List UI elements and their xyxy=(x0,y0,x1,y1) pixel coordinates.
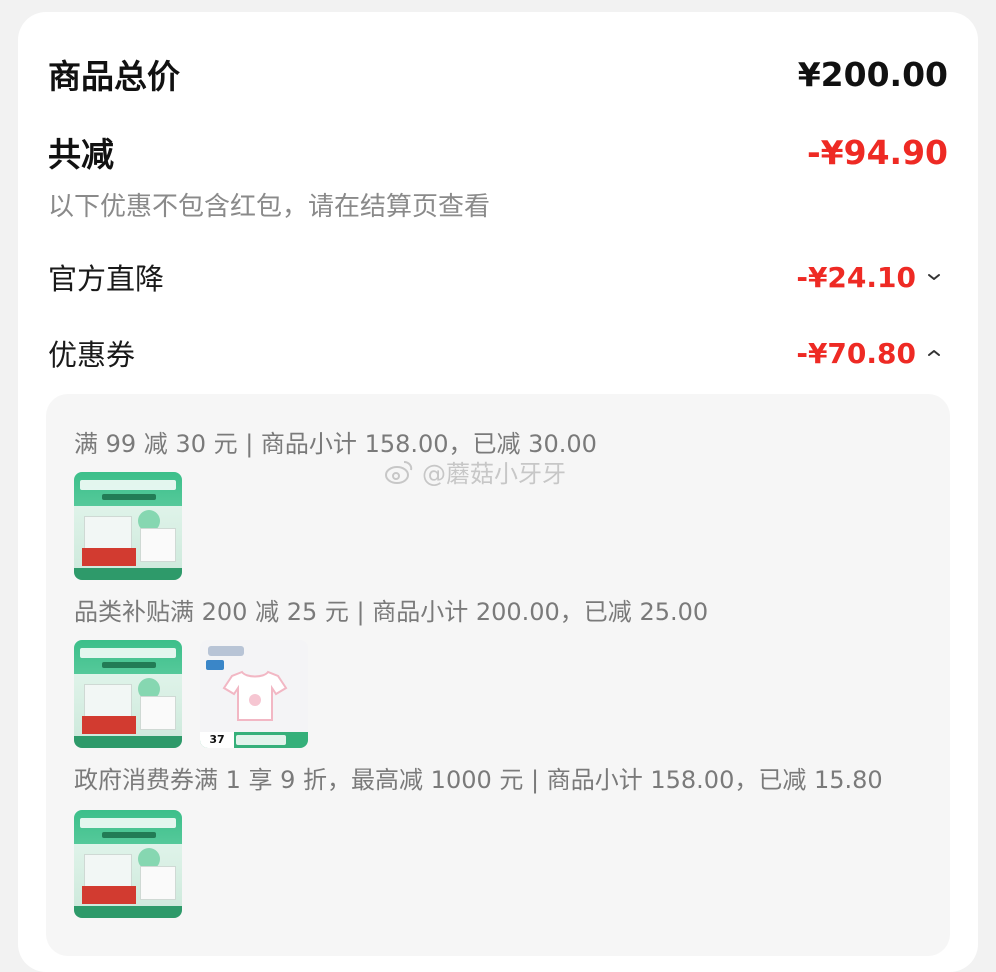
coupon-row[interactable]: 优惠券 -¥70.80 xyxy=(48,332,948,374)
promo-products-2: 37 xyxy=(74,640,308,748)
product-thumbnail-mask[interactable] xyxy=(74,472,182,580)
total-reduce-label: 共减 xyxy=(48,135,114,174)
official-discount-value: -¥24.10 xyxy=(796,260,916,294)
promo-products-1 xyxy=(74,472,182,580)
promo-text-3: 政府消费券满 1 享 9 折，最高减 1000 元 | 商品小计 158.00，… xyxy=(74,766,883,794)
coupon-value: -¥70.80 xyxy=(796,336,916,370)
total-price-label: 商品总价 xyxy=(48,57,180,96)
official-discount-label: 官方直降 xyxy=(48,262,165,296)
promo-text-2: 品类补贴满 200 减 25 元 | 商品小计 200.00，已减 25.00 xyxy=(74,598,709,626)
weibo-icon xyxy=(385,460,413,484)
official-discount-row[interactable]: 官方直降 -¥24.10 xyxy=(48,256,948,298)
promo-products-3 xyxy=(74,810,182,918)
product-thumbnail-mask[interactable] xyxy=(74,810,182,918)
discount-note: 以下优惠不包含红包，请在结算页查看 xyxy=(48,192,491,222)
product-thumbnail-mask[interactable] xyxy=(74,640,182,748)
total-reduce-value: -¥94.90 xyxy=(806,132,948,172)
total-price-row: 商品总价 ¥200.00 xyxy=(48,50,948,98)
watermark-text: @蘑菇小牙牙 xyxy=(422,460,566,488)
price-detail-card: 商品总价 ¥200.00 共减 -¥94.90 以下优惠不包含红包，请在结算页查… xyxy=(18,12,978,972)
tshirt-icon xyxy=(222,670,288,721)
chevron-down-icon[interactable] xyxy=(926,269,942,285)
total-reduce-row: 共减 -¥94.90 xyxy=(48,128,948,176)
product-price-tag: 37 xyxy=(200,732,234,748)
coupon-label: 优惠券 xyxy=(48,338,136,372)
product-thumbnail-baby-shirt[interactable]: 37 xyxy=(200,640,308,748)
watermark: @蘑菇小牙牙 xyxy=(384,454,566,489)
total-price-value: ¥200.00 xyxy=(797,54,948,94)
chevron-up-icon[interactable] xyxy=(926,345,942,361)
